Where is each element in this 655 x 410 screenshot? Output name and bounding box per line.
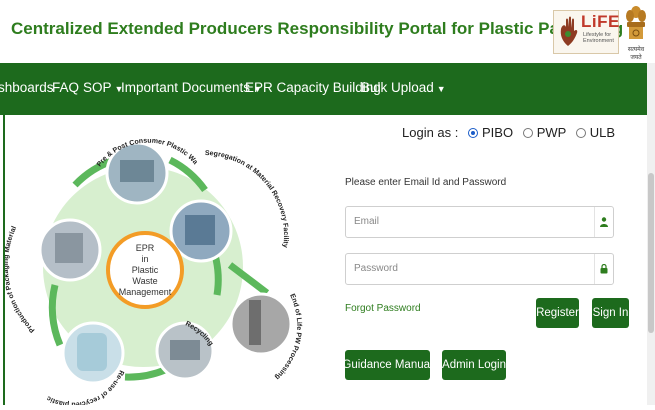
login-as-label: Login as :: [402, 125, 459, 140]
password-field-wrap: [345, 253, 614, 285]
epr-cycle-diagram: EPR in Plastic Waste Management Pre & Po…: [3, 110, 302, 408]
radio-ulb-label[interactable]: ULB: [590, 125, 615, 140]
photo-detail: [170, 340, 200, 360]
header: Centralized Extended Producers Responsib…: [0, 0, 655, 63]
center-line-4: Waste: [132, 276, 157, 286]
epr-cycle-panel: EPR in Plastic Waste Management Pre & Po…: [3, 110, 328, 408]
email-field[interactable]: [346, 207, 592, 235]
life-logo-tagline: Lifestyle for Environment: [583, 32, 614, 44]
nav-dashboards-label: shboards: [0, 80, 54, 95]
photo-detail: [77, 333, 107, 371]
user-icon: [594, 207, 613, 237]
nav-faq[interactable]: FAQ: [52, 80, 79, 95]
page-scrollbar[interactable]: [647, 63, 655, 405]
scrollbar-thumb[interactable]: [648, 173, 654, 333]
hand-leaf-icon: [560, 16, 578, 46]
nav-important-documents-label: Important Documents: [121, 80, 251, 95]
email-field-wrap: [345, 206, 614, 238]
life-logo-word: LiFE: [581, 12, 620, 31]
photo-detail: [249, 300, 261, 345]
nav-dashboards[interactable]: shboards: [0, 80, 54, 95]
lock-icon: [594, 254, 613, 284]
stage-label-consumer-waste: Pre & Post Consumer Plastic Waste: [5, 115, 199, 168]
nav-bulk-upload-label: Bulk Upload: [361, 80, 434, 95]
nav-important-documents[interactable]: Important Documents ▼: [121, 80, 262, 95]
nav-bulk-upload[interactable]: Bulk Upload ▼: [361, 80, 446, 95]
password-field[interactable]: [346, 254, 592, 282]
login-as-row: Login as : PIBO PWP ULB: [402, 125, 615, 140]
main-nav: shboards FAQ SOP ▼ Important Documents ▼ E…: [0, 63, 655, 115]
photo-detail: [185, 215, 215, 245]
radio-pwp-label[interactable]: PWP: [537, 125, 566, 140]
center-line-1: EPR: [136, 243, 155, 253]
guidance-manual-button[interactable]: Guidance Manual: [342, 350, 433, 380]
forgot-password-link[interactable]: Forgot Password: [345, 303, 421, 314]
center-line-5: Management: [119, 287, 172, 297]
portal-title: Centralized Extended Producers Responsib…: [11, 19, 624, 38]
stage-label-production: Production of Packaging Material: [5, 225, 36, 333]
center-line-2: in: [141, 254, 148, 264]
radio-pibo-label[interactable]: PIBO: [482, 125, 513, 140]
login-panel: Login as : PIBO PWP ULB Please enter Ema…: [326, 115, 646, 405]
caret-down-icon: ▼: [436, 84, 446, 94]
photo-detail: [55, 233, 83, 263]
cycle-arrow: [211, 254, 222, 296]
login-prompt: Please enter Email Id and Password: [345, 177, 507, 188]
nav-sop-label: SOP: [83, 80, 112, 95]
emblem-motto: सत्यमेव जयते: [627, 47, 645, 61]
life-logo: LiFE Lifestyle for Environment: [553, 10, 619, 54]
admin-login-button[interactable]: Admin Login: [442, 350, 506, 380]
register-button[interactable]: Register: [536, 298, 579, 328]
stage-label-text: Production of Packaging Material: [3, 225, 37, 333]
center-line-3: Plastic: [132, 265, 159, 275]
radio-pwp[interactable]: [522, 127, 533, 138]
signin-button[interactable]: Sign In: [592, 298, 629, 328]
stage-label-text: Pre & Post Consumer Plastic Waste: [3, 110, 199, 168]
nav-sop[interactable]: SOP ▼: [83, 80, 123, 95]
radio-pibo[interactable]: [468, 127, 478, 138]
radio-ulb[interactable]: [575, 127, 586, 138]
nav-faq-label: FAQ: [52, 80, 80, 95]
photo-detail: [120, 160, 154, 182]
cycle-arrow: [124, 366, 167, 381]
